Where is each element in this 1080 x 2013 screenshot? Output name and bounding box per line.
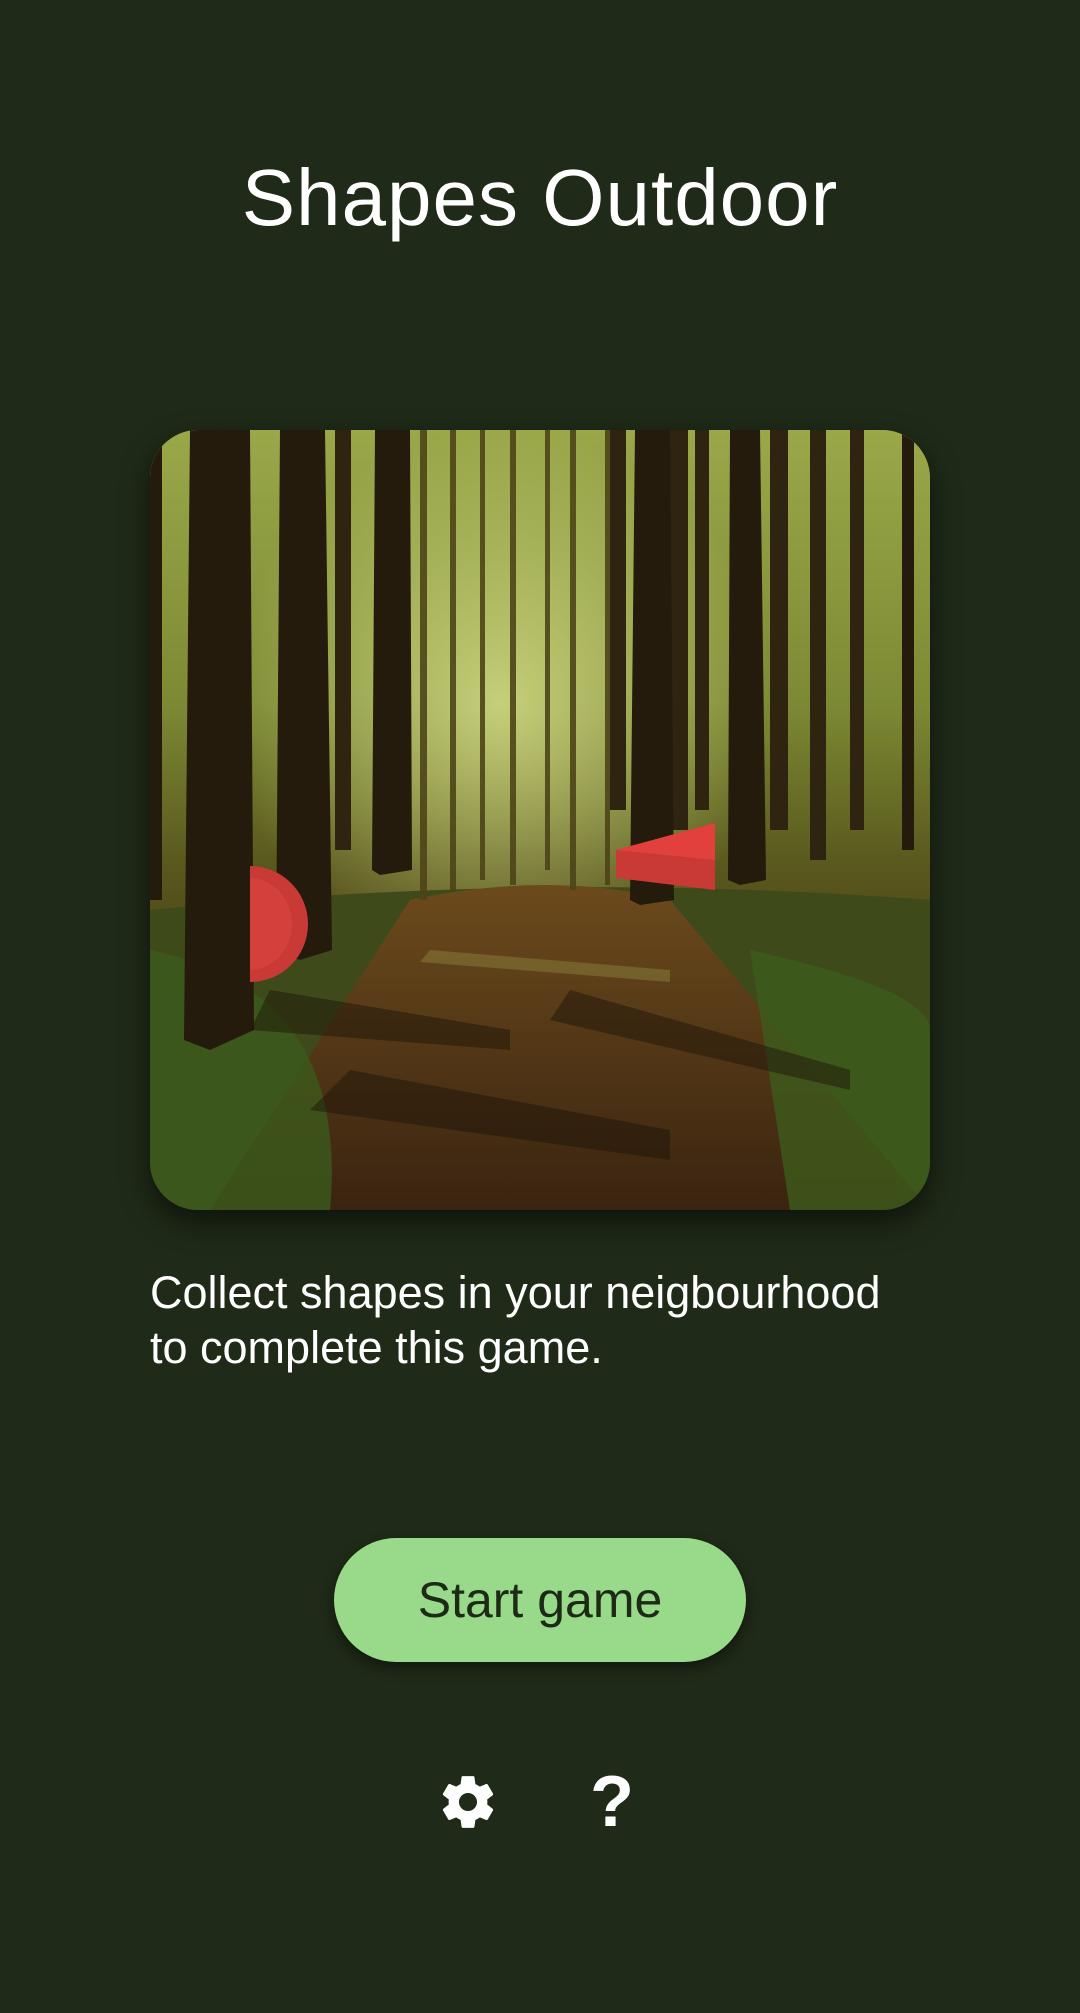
description-line-2: to complete this game.: [150, 1322, 603, 1373]
start-game-button[interactable]: Start game: [334, 1538, 746, 1662]
help-button[interactable]: ?: [576, 1766, 648, 1838]
game-description: Collect shapes in your neigbourhood to c…: [150, 1265, 950, 1375]
settings-button[interactable]: [432, 1766, 504, 1838]
app-title: Shapes Outdoor: [241, 153, 839, 242]
gear-icon: [442, 1776, 494, 1828]
forest-hero-image: [150, 430, 930, 1210]
help-icon: ?: [590, 1762, 634, 1842]
description-line-1: Collect shapes in your neigbourhood: [150, 1267, 881, 1318]
